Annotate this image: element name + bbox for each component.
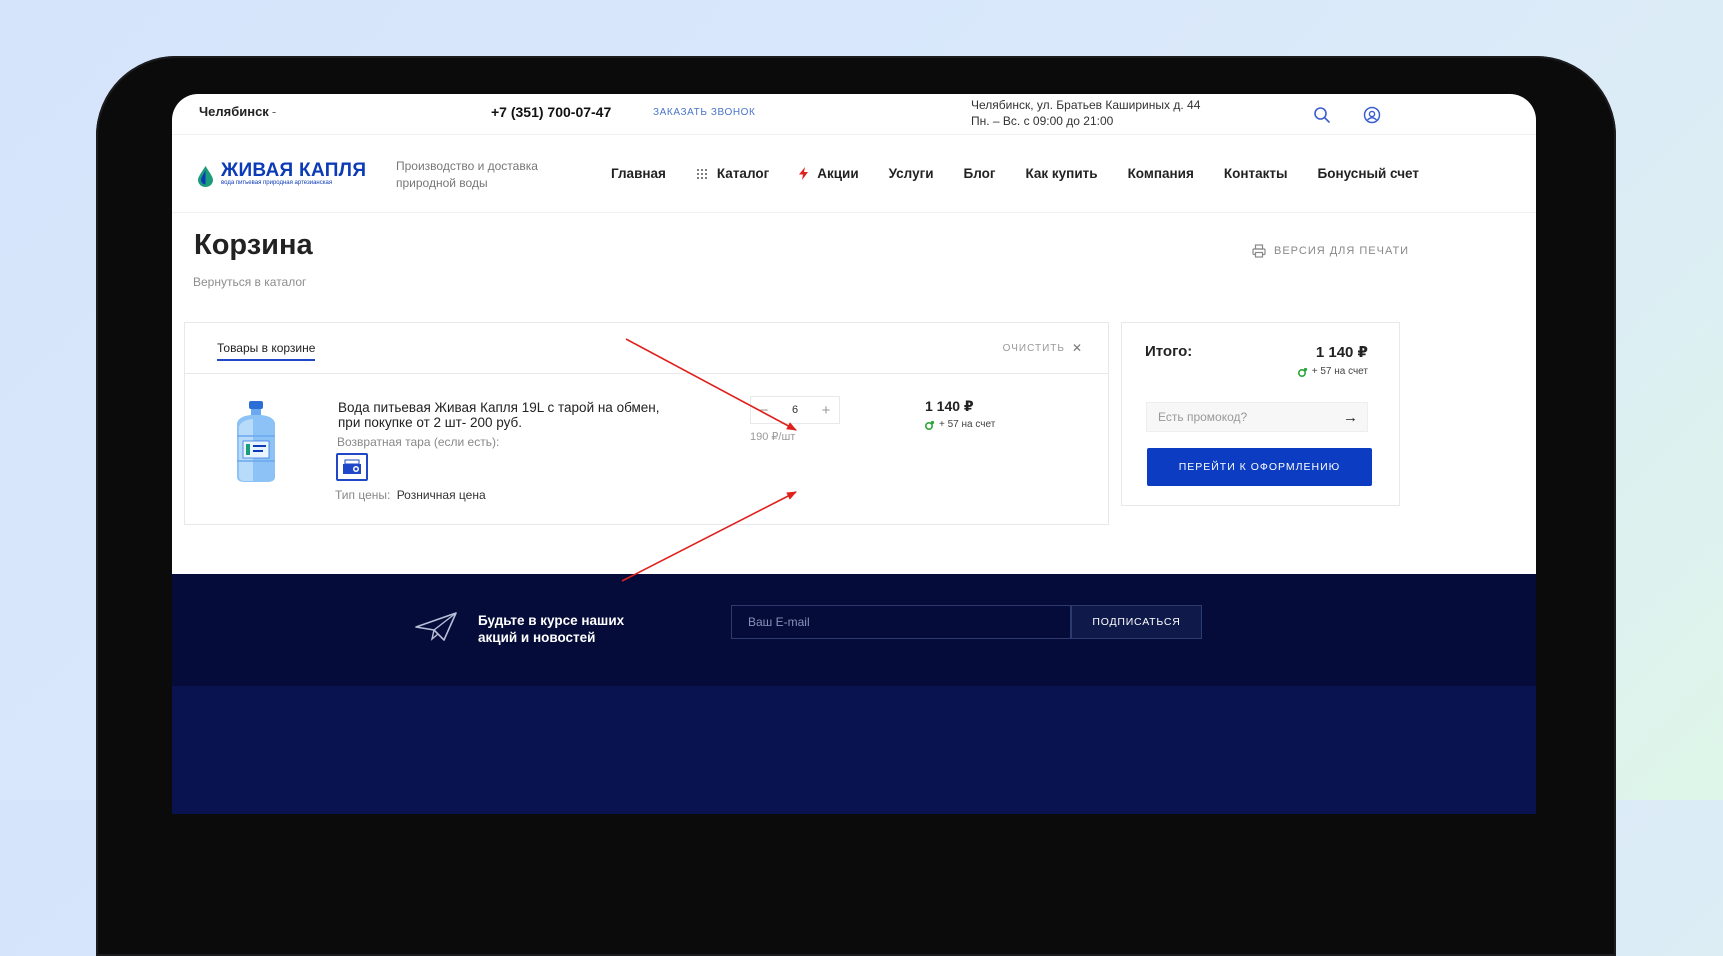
annotation-arrows	[621, 338, 797, 582]
annotation-arrow-to-unit-price	[621, 491, 797, 582]
annotation-arrow-to-quantity	[625, 338, 797, 431]
